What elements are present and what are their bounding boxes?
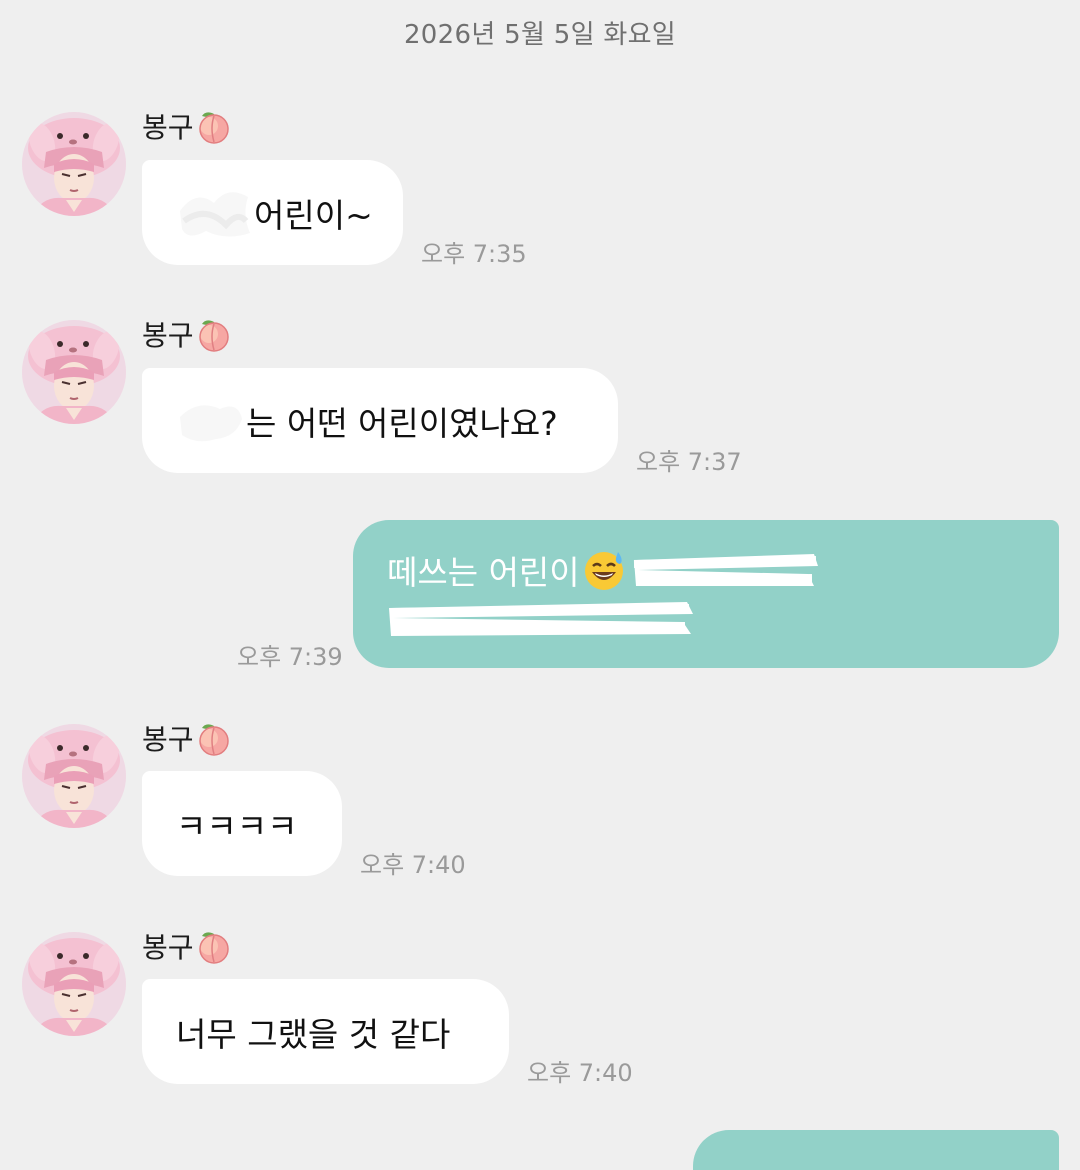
sender-header: 봉구 bbox=[142, 106, 232, 146]
message-text: 너무 그랬을 것 같다 bbox=[176, 1014, 451, 1054]
sender-name: 봉구 bbox=[142, 111, 194, 144]
message-text: ㅋㅋㅋㅋ bbox=[176, 806, 298, 846]
message-bubble-incoming[interactable]: 는 어떤 어린이였나요? bbox=[142, 368, 618, 473]
sender-header: 봉구 bbox=[142, 926, 232, 966]
sender-avatar[interactable] bbox=[22, 724, 126, 828]
message-text: 어린이~ bbox=[254, 195, 373, 235]
message-bubble-outgoing-partial[interactable] bbox=[693, 1130, 1059, 1170]
avatar-image bbox=[22, 320, 126, 424]
message-bubble-incoming[interactable]: 어린이~ bbox=[142, 160, 403, 265]
message-text: 떼쓰는 어린이 bbox=[387, 553, 580, 592]
avatar-image bbox=[22, 112, 126, 216]
sender-header: 봉구 bbox=[142, 718, 232, 758]
sender-name: 봉구 bbox=[142, 723, 194, 756]
message-bubble-incoming[interactable]: ㅋㅋㅋㅋ bbox=[142, 771, 342, 876]
message-time: 오후 7:39 bbox=[237, 643, 343, 671]
sender-header: 봉구 bbox=[142, 314, 232, 354]
peach-icon bbox=[196, 720, 232, 756]
date-divider: 2026년 5월 5일 화요일 bbox=[403, 20, 677, 50]
redaction-scribble bbox=[628, 546, 822, 594]
sender-avatar[interactable] bbox=[22, 320, 126, 424]
message-time: 오후 7:37 bbox=[636, 448, 742, 476]
redaction-scribble bbox=[387, 594, 697, 642]
peach-icon bbox=[196, 928, 232, 964]
peach-icon bbox=[196, 316, 232, 352]
redaction-scribble bbox=[176, 393, 246, 449]
sender-name: 봉구 bbox=[142, 319, 194, 352]
sender-avatar[interactable] bbox=[22, 932, 126, 1036]
peach-icon bbox=[196, 108, 232, 144]
sender-avatar[interactable] bbox=[22, 112, 126, 216]
message-time: 오후 7:40 bbox=[527, 1059, 633, 1087]
sweat-smile-emoji-icon bbox=[584, 552, 623, 590]
message-bubble-outgoing[interactable]: 떼쓰는 어린이 bbox=[353, 520, 1059, 668]
message-time: 오후 7:35 bbox=[421, 240, 527, 268]
message-time: 오후 7:40 bbox=[360, 851, 466, 879]
sender-name: 봉구 bbox=[142, 931, 194, 964]
message-text: 는 어떤 어린이였나요? bbox=[246, 403, 558, 443]
message-bubble-incoming[interactable]: 너무 그랬을 것 같다 bbox=[142, 979, 509, 1084]
redaction-scribble bbox=[176, 181, 254, 245]
avatar-image bbox=[22, 724, 126, 828]
avatar-image bbox=[22, 932, 126, 1036]
